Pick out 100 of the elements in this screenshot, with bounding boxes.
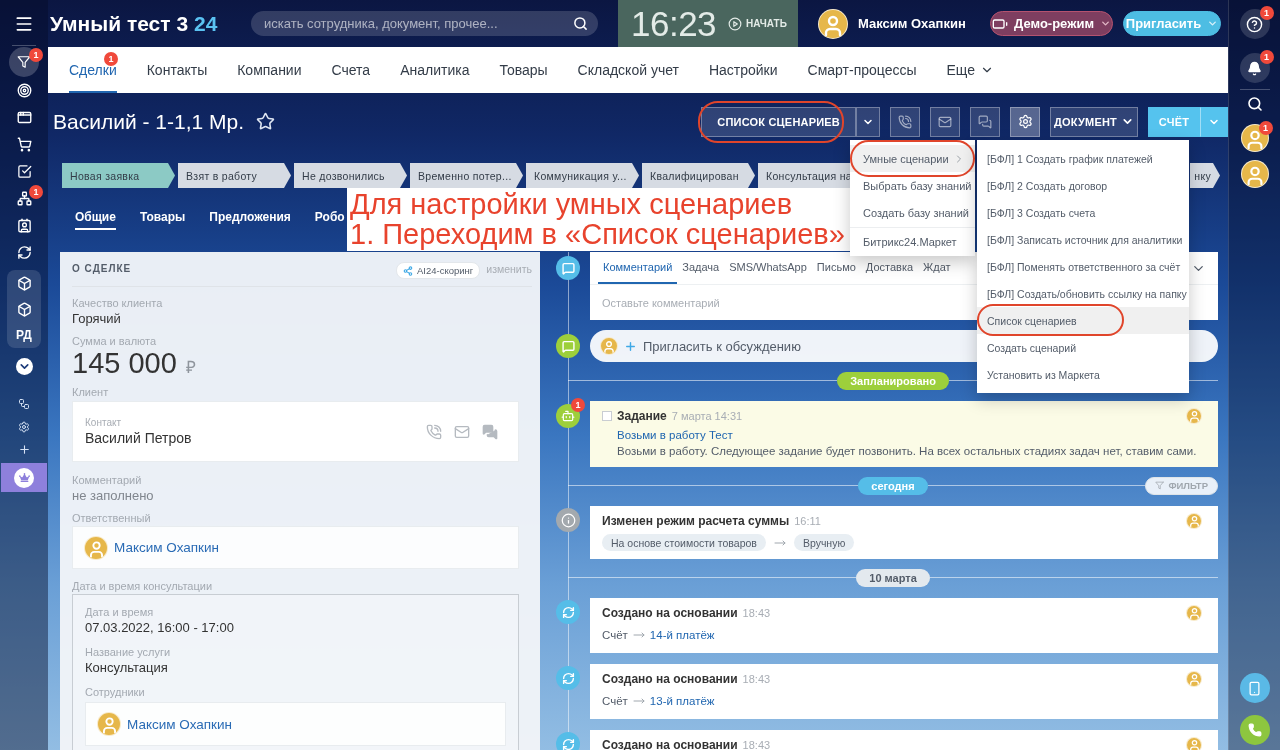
menu-item[interactable]: [БФЛ] 2 Создать договор [977,172,1189,199]
task-checkbox[interactable] [602,411,612,421]
detail-tab[interactable]: Общие [75,205,116,230]
pipeline-stage[interactable]: Взят в работу [178,163,291,188]
portal-name[interactable]: Умный тест 3 [50,11,189,36]
composer-tab[interactable]: Письмо [811,252,861,284]
box-icon[interactable] [16,301,32,317]
workflow-icon[interactable] [18,397,30,410]
detail-tab[interactable]: Робо [314,205,345,230]
pipeline-stage[interactable]: Квалифицирован [642,163,755,188]
event-title: Создано на основании [602,672,738,686]
composer-tab[interactable]: Задача [677,252,725,284]
menu-icon[interactable] [14,14,34,34]
nav-tab[interactable]: Счета [316,47,386,93]
sync-icon [556,600,580,624]
pipeline-stage[interactable]: Временно потер... [410,163,523,188]
sync-icon[interactable] [16,245,32,260]
smartphone-icon[interactable] [1239,673,1270,703]
user-avatar [1186,408,1202,424]
date-label: сегодня [858,476,928,495]
chat-button[interactable] [970,106,1000,137]
nodes-icon [403,265,413,276]
menu-item[interactable]: Создать сценарий [977,334,1189,361]
search-icon[interactable] [1246,96,1263,112]
mail-icon [938,114,952,129]
menu-item[interactable]: Умные сценарии [850,145,975,172]
more-tab[interactable]: Еще [931,47,1009,93]
composer-tab[interactable]: Доставка [860,252,919,284]
detail-tab[interactable]: Товары [139,205,186,230]
pipeline-stage[interactable]: Коммуникация у... [526,163,639,188]
contact-card-icon[interactable] [16,218,32,233]
clock-time: 16:23 [631,3,717,44]
hierarchy-icon[interactable] [16,191,32,206]
crown-button[interactable] [1,463,47,492]
nav-tab[interactable]: Контакты [131,47,223,93]
checked-box-icon[interactable] [16,164,32,179]
person-link[interactable]: Максим Охапкин [114,540,219,555]
caret-icon [1100,18,1111,29]
email-button[interactable] [930,106,960,137]
pipeline-stage[interactable]: нку [1190,163,1220,188]
value-tag: На основе стоимости товаров [602,534,766,551]
info-icon [556,508,580,532]
nav-tab[interactable]: Компании [222,47,317,93]
pipeline-stage[interactable]: Не дозвонились [294,163,407,188]
crown-icon [14,467,34,488]
nav-tab[interactable]: Аналитика [385,47,485,93]
document-link[interactable]: 13-й платёж [649,695,715,707]
user-name[interactable]: Максим Охапкин [858,16,966,31]
event-time: 18:43 [742,607,771,619]
pipeline-stage[interactable]: Новая заявка [62,163,175,188]
search-icon[interactable] [573,16,588,31]
field-value: не заполнено [72,487,155,504]
plus-icon[interactable] [17,443,31,456]
menu-item[interactable]: Создать базу знаний [850,199,975,226]
event-time: 16:11 [794,515,821,527]
menu-item[interactable]: [БФЛ] 1 Создать график платежей [977,145,1189,172]
composer-tab[interactable]: SMS/WhatsApp [724,252,812,284]
demo-mode-button[interactable]: Демо-режим [990,11,1113,36]
nav-tab[interactable]: Товары [484,47,563,93]
nav-tab[interactable]: Смарт-процессы [792,47,932,93]
box-icon[interactable] [16,275,32,291]
user-avatar [84,535,108,560]
start-button[interactable]: НАЧАТЬ [728,16,787,31]
nav-tab[interactable]: Настройки [693,47,793,93]
filter-icon [1155,481,1165,490]
menu-item[interactable]: [БФЛ] Поменять ответственного за счёт [977,253,1189,280]
window-icon[interactable] [16,110,32,125]
document-link[interactable]: 14-й платёж [649,629,715,641]
scenarios-button[interactable]: СПИСОК СЦЕНАРИЕВ [701,106,856,137]
help-button[interactable] [1239,9,1270,39]
portal-number[interactable]: 24 [194,11,218,36]
expand-icon[interactable] [15,357,33,375]
cart-icon[interactable] [16,137,32,152]
composer-tab[interactable]: Ждат [918,252,956,284]
phone-icon[interactable] [1239,715,1270,745]
detail-tab[interactable]: Предложения [209,205,291,230]
call-button[interactable] [890,106,920,137]
document-type: Счёт [602,629,628,641]
scoring-badge[interactable]: AI24-скоринг [396,262,481,279]
field-label: Название услуги [85,645,172,659]
task-link[interactable]: Возьми в работу Тест [602,427,1202,443]
person-link[interactable]: Максим Охапкин [127,716,232,732]
document-button[interactable]: ДОКУМЕНТ [1050,106,1138,137]
menu-item[interactable]: [БФЛ] Записать источник для аналитики [977,226,1189,253]
menu-item[interactable]: Установить из Маркета [977,361,1189,388]
notifications-button[interactable] [1239,53,1270,83]
nav-tab[interactable]: Складской учет [562,47,694,93]
target-icon[interactable] [16,83,32,98]
annotation-text: 1. Переходим в «Список сценариев» [350,219,846,249]
contact-name[interactable]: Василий Петров [85,428,192,447]
settings-icon[interactable] [18,420,30,433]
menu-item[interactable]: [БФЛ] 3 Создать счета [977,199,1189,226]
field-label: Качество клиента [72,296,164,310]
dropdown-button[interactable] [1200,106,1228,137]
task-description: Возьми в работу. Следующее задание будет позвонить. На всех остальных стадиях задач нет, ставим сами. [616,444,1198,459]
menu-item[interactable]: Список сценариев [977,307,1189,334]
sidebar-label[interactable]: РД [16,328,32,342]
settings-button[interactable] [1010,106,1040,137]
nav-tab[interactable]: Сделки 1 [54,47,132,93]
star-icon[interactable] [256,112,275,131]
